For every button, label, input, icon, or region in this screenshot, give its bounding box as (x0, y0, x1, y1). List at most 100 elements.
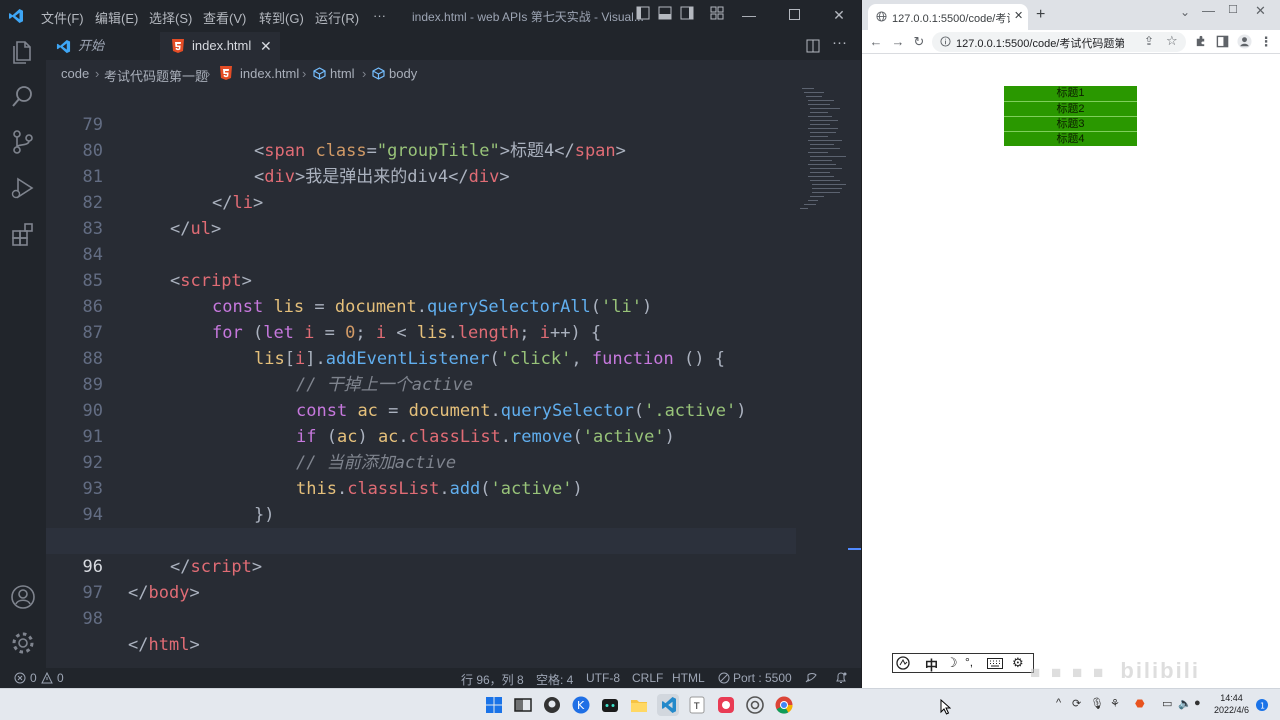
breadcrumb-body[interactable]: body (389, 66, 417, 81)
reload-icon[interactable]: ↻ (911, 34, 927, 50)
menu-view[interactable]: 查看(V) (203, 8, 246, 27)
warning-icon[interactable] (41, 672, 53, 684)
breadcrumb-html[interactable]: html (330, 66, 355, 81)
ime-punctuation-icon[interactable]: °, (965, 655, 973, 669)
code-line[interactable]: 80 <div>我是弹出来的div4</div> (46, 112, 796, 187)
code-line[interactable]: 98 </html> (46, 580, 796, 655)
info-icon[interactable] (940, 36, 951, 47)
manage-gear-icon[interactable] (9, 629, 37, 657)
group-title-item[interactable]: 标题1 (1004, 86, 1137, 101)
code-line[interactable]: 82 </ul> (46, 164, 796, 239)
code-line-current[interactable]: 96 </body> (46, 528, 796, 603)
code-line[interactable]: 83 (46, 190, 796, 239)
code-line[interactable]: 93 }) (46, 450, 796, 525)
ime-keyboard-icon[interactable] (987, 658, 1003, 669)
minimize-icon[interactable]: — (740, 6, 758, 24)
code-line[interactable]: 84 <script> (46, 216, 796, 291)
code-line[interactable]: 97 (46, 554, 796, 603)
file-explorer-icon[interactable] (628, 694, 650, 716)
code-line[interactable]: 79 <span class="groupTitle">标题4</span> (46, 86, 796, 161)
error-count[interactable]: 0 (30, 671, 37, 685)
split-editor-icon[interactable] (806, 39, 820, 53)
notification-center-icon[interactable]: 1 (1256, 699, 1268, 711)
tray-microphone-icon[interactable]: 🎙 (1090, 697, 1104, 710)
menu-edit[interactable]: 编辑(E) (95, 8, 138, 27)
extensions-icon[interactable] (9, 220, 37, 248)
github-desktop-icon[interactable] (541, 694, 563, 716)
warning-count[interactable]: 0 (57, 671, 64, 685)
toggle-secondary-sidebar-icon[interactable] (678, 6, 696, 24)
ime-mode[interactable]: 中 (925, 655, 938, 674)
more-actions-icon[interactable]: ··· (832, 34, 847, 51)
tray-sync-icon[interactable]: ⟳ (1072, 697, 1081, 710)
back-icon[interactable]: ← (868, 34, 884, 50)
encoding[interactable]: UTF-8 (586, 671, 620, 685)
bookmark-star-icon[interactable]: ☆ (1166, 33, 1178, 49)
code-line[interactable]: 90 if (ac) ac.classList.remove('active') (46, 372, 796, 447)
live-server-icon[interactable] (718, 672, 730, 684)
typora-icon[interactable]: T (686, 694, 708, 716)
close-window-icon[interactable]: ✕ (830, 6, 848, 24)
line-ending[interactable]: CRLF (632, 671, 663, 685)
menu-run[interactable]: 运行(R) (315, 8, 359, 27)
toggle-panel-icon[interactable] (656, 6, 674, 24)
tray-app-icon[interactable]: ⬣ (1135, 697, 1145, 710)
url-text[interactable]: 127.0.0.1:5500/code/考试代码题第一题/i... (956, 35, 1124, 51)
code-line[interactable]: 88 // 干掉上一个active (46, 320, 796, 395)
browser-close-icon[interactable]: ✕ (1255, 3, 1266, 19)
tray-volume-icon[interactable]: 🔈 (1178, 697, 1192, 710)
run-debug-icon[interactable] (9, 174, 37, 202)
cursor-position[interactable]: 行 96，列 8 (461, 671, 524, 688)
customize-layout-icon[interactable] (708, 6, 726, 24)
source-control-icon[interactable] (9, 128, 37, 156)
extensions-puzzle-icon[interactable] (1194, 35, 1207, 48)
tab-welcome[interactable]: 开始 (46, 32, 160, 60)
ime-halfwidth-moon-icon[interactable]: ☽ (946, 655, 958, 671)
minimap[interactable] (796, 86, 856, 226)
code-line[interactable]: 87 lis[i].addEventListener('click', func… (46, 294, 796, 369)
tray-wechat-icon[interactable]: ● (1194, 697, 1201, 709)
code-line[interactable]: 94 } (46, 476, 796, 551)
feedback-icon[interactable] (804, 671, 818, 685)
code-line[interactable]: 95 </script> (46, 502, 796, 577)
browser-tab-search-icon[interactable]: ⌄ (1180, 5, 1190, 19)
notifications-bell-icon[interactable] (834, 671, 848, 685)
tab-index-html[interactable]: index.html ✕ (160, 32, 280, 60)
profile-avatar-icon[interactable] (1237, 34, 1252, 49)
error-icon[interactable] (14, 672, 26, 684)
maximize-icon[interactable] (785, 6, 803, 24)
menu-file[interactable]: 文件(F) (41, 8, 84, 27)
language-mode[interactable]: HTML (672, 671, 705, 685)
vscode-taskbar-icon[interactable] (657, 694, 679, 716)
group-title-item[interactable]: 标题3 (1004, 116, 1137, 131)
code-line[interactable]: 89 const ac = document.querySelector('.a… (46, 346, 796, 421)
accounts-icon[interactable] (9, 583, 37, 611)
taskbar-clock[interactable]: 14:44 2022/4/6 (1214, 692, 1249, 716)
toggle-primary-sidebar-icon[interactable] (634, 6, 652, 24)
browser-maximize-icon[interactable]: ☐ (1228, 3, 1238, 16)
address-bar[interactable]: 127.0.0.1:5500/code/考试代码题第一题/i... ⇪ ☆ (932, 32, 1186, 52)
explorer-icon[interactable] (9, 38, 37, 66)
chromium-icon[interactable] (744, 694, 766, 716)
indentation[interactable]: 空格: 4 (536, 671, 573, 688)
menu-selection[interactable]: 选择(S) (149, 8, 192, 27)
bilibili-app-icon[interactable] (599, 694, 621, 716)
code-line[interactable]: 81 </li> (46, 138, 796, 213)
browser-tab[interactable]: 127.0.0.1:5500/code/考试代码题 ✕ (868, 4, 1028, 30)
browser-tab-close-icon[interactable]: ✕ (1014, 9, 1023, 22)
ime-logo-icon[interactable] (896, 656, 912, 670)
menu-more[interactable]: ··· (373, 8, 386, 23)
live-server-port[interactable]: Port : 5500 (733, 671, 792, 685)
tray-network-icon[interactable]: ⚘ (1110, 697, 1120, 710)
browser-minimize-icon[interactable]: — (1202, 3, 1215, 18)
code-line[interactable]: 86 for (let i = 0; i < lis.length; i++) … (46, 268, 796, 343)
code-line[interactable]: 92 this.classList.add('active') (46, 424, 796, 499)
kugou-icon[interactable]: K (570, 694, 592, 716)
group-title-item[interactable]: 标题2 (1004, 101, 1137, 116)
new-tab-icon[interactable]: + (1036, 6, 1045, 24)
code-editor[interactable]: 79 <span class="groupTitle">标题4</span> 8… (46, 86, 796, 668)
code-line[interactable]: 85 const lis = document.querySelectorAll… (46, 242, 796, 317)
tab-close-icon[interactable]: ✕ (260, 32, 272, 60)
task-view-icon[interactable] (512, 694, 534, 716)
share-icon[interactable]: ⇪ (1144, 34, 1154, 48)
